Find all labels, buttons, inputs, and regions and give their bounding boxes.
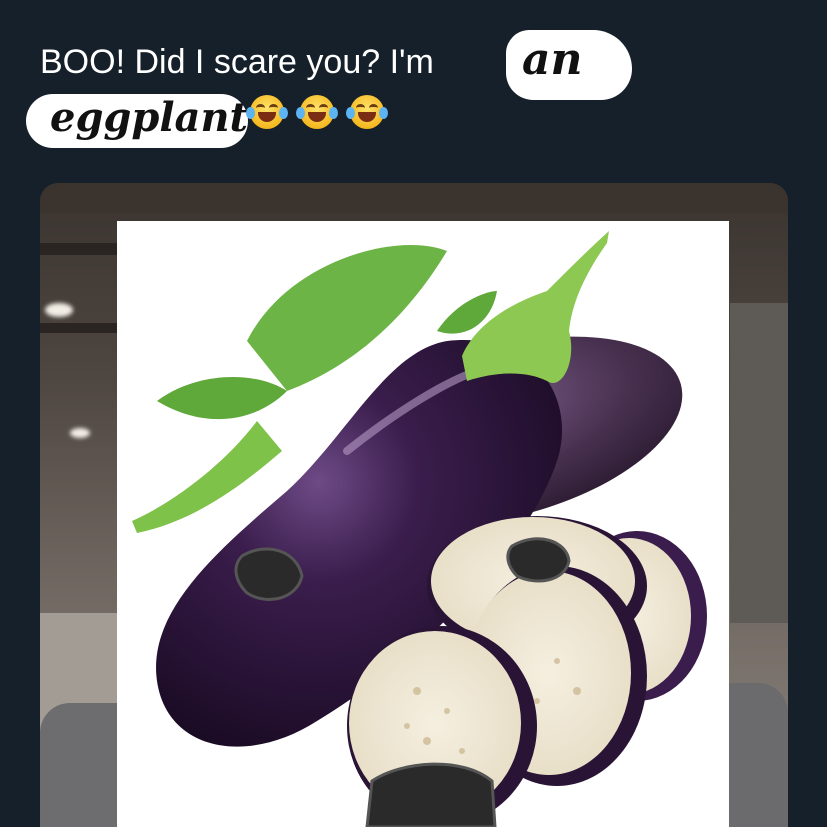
eggplant-image (132, 231, 707, 827)
ceiling-beam (40, 323, 117, 333)
tears-of-joy-icon (246, 95, 288, 129)
person-arm (729, 683, 788, 827)
tweet-media-image[interactable] (40, 183, 788, 827)
ceiling-beam (40, 183, 788, 213)
ceiling-beam (40, 243, 117, 255)
scribble-eggplant-text: eggplant (50, 94, 249, 141)
wall-machine (730, 303, 788, 623)
eye-hole (506, 537, 571, 583)
person-arm (40, 703, 117, 827)
eggplant-photo (117, 221, 729, 827)
ceiling-light (45, 303, 73, 317)
tweet-text: BOO! Did I scare you? I'm (40, 43, 434, 81)
tears-of-joy-icon (296, 95, 338, 129)
eye-hole (234, 547, 304, 601)
scribble-an-text: an (522, 34, 583, 85)
leaf (157, 377, 287, 420)
tears-of-joy-icon (346, 95, 388, 129)
tweet-text-line-1: BOO! Did I scare you? I'm (40, 38, 434, 86)
ceiling-light (70, 428, 90, 438)
mouth-hole (365, 762, 497, 827)
